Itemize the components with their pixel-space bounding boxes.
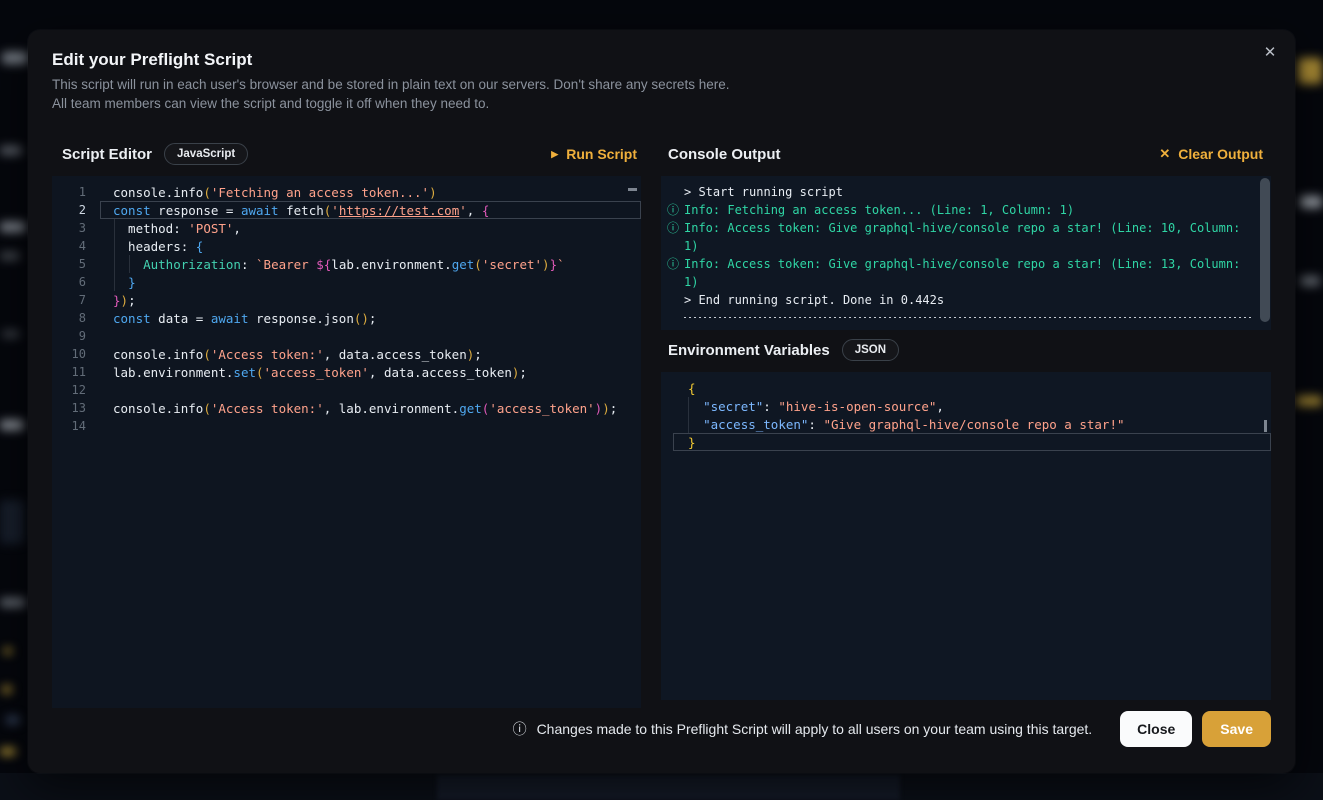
preflight-script-modal: ✕ Edit your Preflight Script This script… [28,30,1295,773]
run-script-label: Run Script [566,146,637,162]
clear-output-button[interactable]: ✕ Clear Output [1159,146,1263,162]
info-icon: ⓘ [513,719,527,739]
indent-guide [114,219,115,291]
json-badge: JSON [842,339,899,361]
console-separator [684,317,1251,318]
indent-guide [129,255,130,273]
javascript-badge: JavaScript [164,143,248,165]
clear-output-label: Clear Output [1178,146,1263,162]
console-scrollbar[interactable] [1260,178,1270,322]
console-entry: > Start running script [661,183,1271,201]
info-circle-icon: ⓘ [667,255,684,291]
script-editor-title: Script Editor [62,146,152,163]
play-icon: ▶ [551,149,558,160]
console-output-title: Console Output [668,146,781,163]
run-script-button[interactable]: ▶ Run Script [551,146,637,162]
console-entries: > Start running scriptⓘInfo: Fetching an… [661,183,1271,318]
overview-ruler-mark [628,188,637,191]
script-editor-header: Script Editor JavaScript ▶ Run Script [52,140,641,168]
modal-description-line1: This script will run in each user's brow… [52,77,729,92]
info-circle-icon: ⓘ [667,201,684,219]
indent-guide [688,397,689,433]
modal-description-line2: All team members can view the script and… [52,96,489,111]
footer-note-text: Changes made to this Preflight Script wi… [537,721,1093,737]
console-prompt-spacer [667,291,684,309]
environment-variables-lines: { "secret": "hive-is-open-source", "acce… [661,379,1271,451]
environment-variables-header: Environment Variables JSON [661,336,1271,364]
close-icon[interactable]: ✕ [1259,42,1281,64]
overview-ruler-mark [1264,420,1267,432]
close-button[interactable]: Close [1120,711,1192,747]
console-entry: ⓘInfo: Access token: Give graphql-hive/c… [661,255,1271,291]
environment-variables-title: Environment Variables [668,342,830,359]
console-entry: ⓘInfo: Access token: Give graphql-hive/c… [661,219,1271,255]
console-entry: ⓘInfo: Fetching an access token... (Line… [661,201,1271,219]
script-editor-lines: 1console.info('Fetching an access token.… [52,183,641,435]
console-prompt-spacer [667,183,684,201]
info-circle-icon: ⓘ [667,219,684,255]
console-output-header: Console Output ✕ Clear Output [661,140,1271,168]
save-button[interactable]: Save [1202,711,1271,747]
console-output-panel[interactable]: > Start running scriptⓘInfo: Fetching an… [661,176,1271,330]
clear-icon: ✕ [1159,146,1170,162]
footer-note: ⓘ Changes made to this Preflight Script … [513,719,1093,739]
modal-footer: ⓘ Changes made to this Preflight Script … [513,711,1271,747]
modal-title: Edit your Preflight Script [52,50,252,70]
environment-variables-editor[interactable]: { "secret": "hive-is-open-source", "acce… [661,372,1271,700]
console-entry: > End running script. Done in 0.442s [661,291,1271,309]
script-editor[interactable]: 1console.info('Fetching an access token.… [52,176,641,708]
